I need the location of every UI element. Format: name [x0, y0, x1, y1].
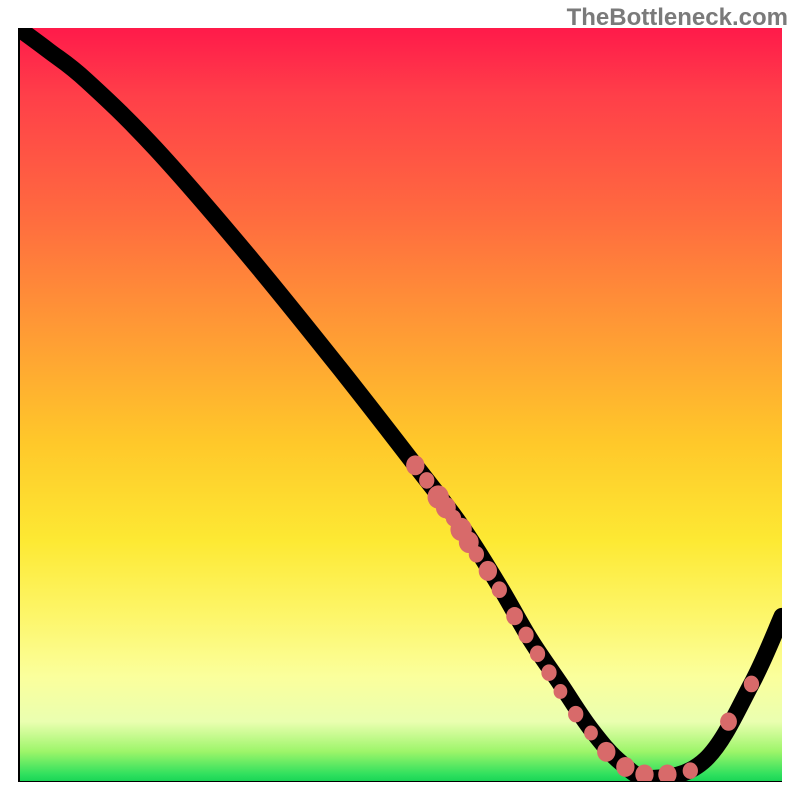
data-marker: [530, 646, 545, 663]
data-marker: [518, 627, 533, 644]
data-marker: [597, 742, 615, 762]
data-marker: [568, 706, 583, 723]
curve-svg: [18, 28, 782, 782]
data-marker: [584, 726, 598, 741]
watermark-text: TheBottleneck.com: [567, 4, 788, 32]
plot-area: [18, 28, 782, 782]
marker-group: [406, 455, 759, 782]
data-marker: [720, 713, 737, 731]
data-marker: [492, 581, 507, 598]
data-marker: [683, 762, 698, 779]
data-marker: [658, 765, 676, 782]
data-marker: [419, 472, 434, 489]
data-marker: [506, 607, 523, 625]
data-marker: [616, 757, 634, 777]
data-marker: [469, 546, 484, 563]
data-marker: [406, 455, 424, 475]
chart-container: TheBottleneck.com: [0, 0, 800, 800]
data-marker: [744, 676, 759, 693]
bottleneck-curve: [18, 28, 782, 778]
data-marker: [554, 684, 568, 699]
data-marker: [479, 561, 497, 581]
data-marker: [541, 664, 556, 681]
